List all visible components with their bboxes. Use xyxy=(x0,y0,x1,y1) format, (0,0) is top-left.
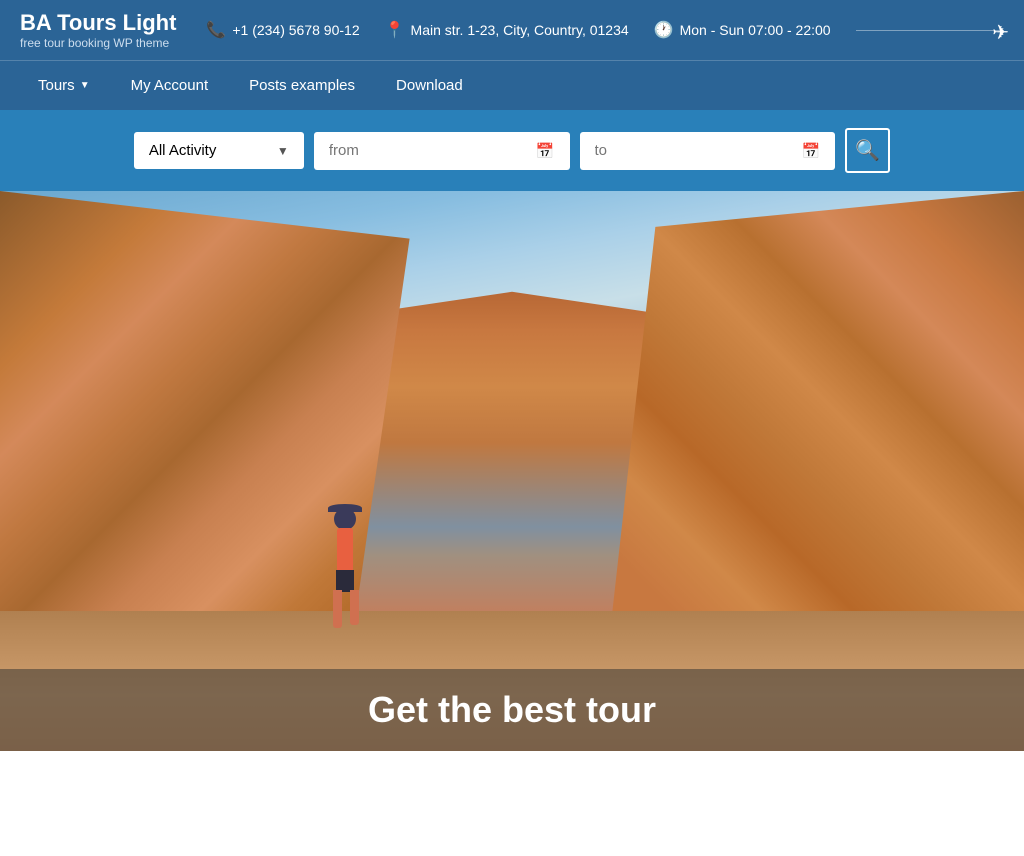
nav-item-posts[interactable]: Posts examples xyxy=(231,63,373,108)
contact-phone: 📞 +1 (234) 5678 90-12 xyxy=(206,20,359,40)
nav-label-myaccount: My Account xyxy=(131,77,209,94)
date-to-input[interactable]: 📅 xyxy=(580,132,836,170)
search-bar: All Activity ▼ 📅 📅 🔍 xyxy=(0,110,1024,191)
site-subtitle: free tour booking WP theme xyxy=(20,36,176,50)
person-leg-right xyxy=(350,590,359,625)
site-brand: BA Tours Light free tour booking WP them… xyxy=(20,10,176,50)
location-icon: 📍 xyxy=(385,20,405,40)
search-button[interactable]: 🔍 xyxy=(845,128,890,173)
header-contact-group: 📞 +1 (234) 5678 90-12 📍 Main str. 1-23, … xyxy=(206,20,1004,40)
site-title: BA Tours Light xyxy=(20,10,176,36)
activity-dropdown[interactable]: All Activity ▼ xyxy=(134,132,304,169)
hours-text: Mon - Sun 07:00 - 22:00 xyxy=(680,22,831,38)
phone-icon: 📞 xyxy=(206,20,226,40)
address-text: Main str. 1-23, City, Country, 01234 xyxy=(411,22,629,38)
contact-address: 📍 Main str. 1-23, City, Country, 01234 xyxy=(385,20,629,40)
nav-bar: Tours ▼ My Account Posts examples Downlo… xyxy=(0,60,1024,110)
nav-label-download: Download xyxy=(396,77,463,94)
phone-number: +1 (234) 5678 90-12 xyxy=(232,22,359,38)
clock-icon: 🕐 xyxy=(654,20,674,40)
calendar-to-icon: 📅 xyxy=(802,142,821,160)
hero-title: Get the best tour xyxy=(30,689,994,731)
contact-hours: 🕐 Mon - Sun 07:00 - 22:00 xyxy=(654,20,831,40)
person-leg-left xyxy=(333,590,342,628)
to-field[interactable] xyxy=(595,142,794,159)
hero-canvas xyxy=(0,191,1024,751)
nav-label-tours: Tours xyxy=(38,77,75,94)
person-figure xyxy=(328,508,363,628)
nav-item-myaccount[interactable]: My Account xyxy=(113,63,227,108)
person-head xyxy=(334,508,356,530)
main-nav: Tours ▼ My Account Posts examples Downlo… xyxy=(20,63,481,108)
header-divider-line xyxy=(856,30,1004,31)
header-top: BA Tours Light free tour booking WP them… xyxy=(0,0,1024,60)
search-icon: 🔍 xyxy=(855,138,880,163)
nav-item-download[interactable]: Download xyxy=(378,63,481,108)
from-field[interactable] xyxy=(329,142,528,159)
activity-chevron-icon: ▼ xyxy=(277,144,289,158)
person-shorts xyxy=(336,570,354,592)
nav-label-posts: Posts examples xyxy=(249,77,355,94)
hero-caption: Get the best tour xyxy=(0,669,1024,751)
activity-label: All Activity xyxy=(149,142,217,159)
hero-background xyxy=(0,191,1024,751)
person-body xyxy=(337,528,353,573)
nav-item-tours[interactable]: Tours ▼ xyxy=(20,63,108,108)
date-from-input[interactable]: 📅 xyxy=(314,132,570,170)
chevron-down-icon: ▼ xyxy=(80,80,90,91)
calendar-from-icon: 📅 xyxy=(536,142,555,160)
hero-section: Get the best tour xyxy=(0,191,1024,751)
